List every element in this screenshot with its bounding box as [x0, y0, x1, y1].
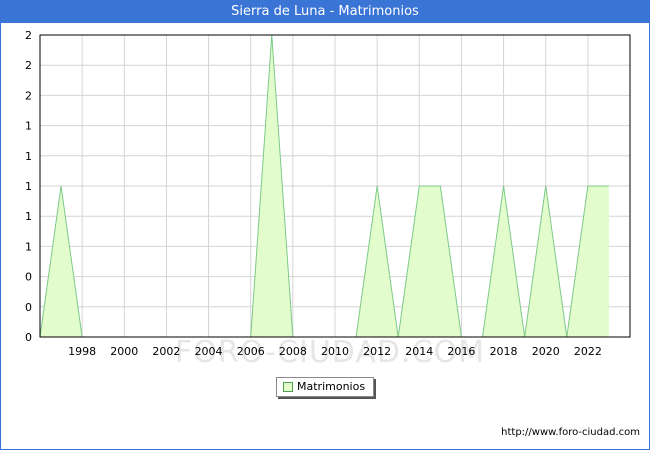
- x-tick-label: 2008: [279, 345, 307, 358]
- y-tick-label: 2: [25, 29, 32, 42]
- x-tick-label: 2000: [110, 345, 138, 358]
- x-tick-label: 2010: [321, 345, 349, 358]
- y-tick-label: 1: [25, 240, 32, 253]
- y-tick-label: 1: [25, 210, 32, 223]
- y-tick-label: 2: [25, 59, 32, 72]
- y-tick-label: 0: [25, 331, 32, 344]
- legend-label: Matrimonios: [297, 380, 366, 393]
- legend: Matrimonios: [276, 377, 374, 397]
- x-tick-label: 2002: [152, 345, 180, 358]
- y-tick-label: 1: [25, 180, 32, 193]
- y-axis-ticks: 0 0 0 1 1 1 1 1 2 2 2: [25, 29, 32, 344]
- y-tick-label: 2: [25, 89, 32, 102]
- legend-swatch: [283, 382, 293, 392]
- source-url: http://www.foro-ciudad.com: [501, 427, 640, 438]
- y-tick-label: 1: [25, 120, 32, 133]
- x-tick-label: 2004: [195, 345, 223, 358]
- x-tick-label: 2012: [363, 345, 391, 358]
- x-tick-label: 2018: [490, 345, 518, 358]
- y-tick-label: 1: [25, 150, 32, 163]
- y-tick-label: 0: [25, 301, 32, 314]
- x-tick-label: 2006: [237, 345, 265, 358]
- x-tick-label: 2020: [532, 345, 560, 358]
- x-axis-ticks: 1998 2000 2002 2004 2006 2008 2010 2012 2014 2016…: [68, 345, 602, 358]
- x-tick-label: 1998: [68, 345, 96, 358]
- x-tick-label: 2014: [405, 345, 433, 358]
- x-tick-label: 2016: [447, 345, 475, 358]
- y-tick-label: 0: [25, 271, 32, 284]
- x-tick-label: 2022: [574, 345, 602, 358]
